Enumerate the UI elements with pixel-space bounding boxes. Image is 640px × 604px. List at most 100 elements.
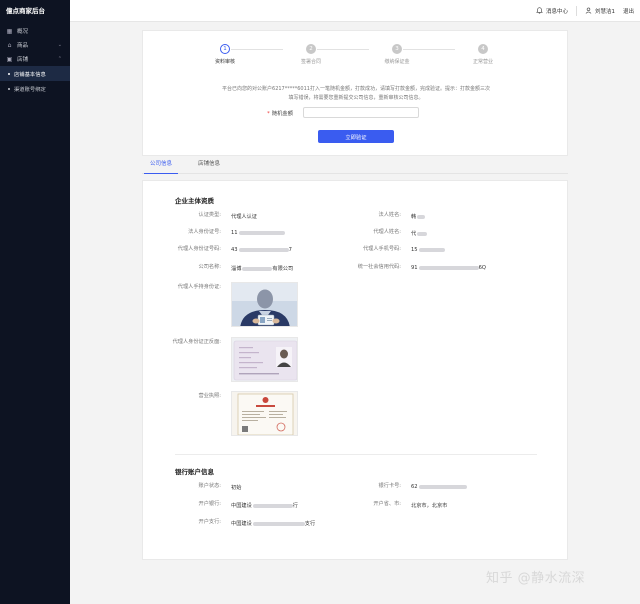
id-card-label: 代理人身份证正反面: bbox=[172, 339, 221, 345]
header-divider bbox=[575, 5, 577, 16]
redacted-mask bbox=[418, 247, 445, 252]
card-number-text: 62 bbox=[411, 484, 418, 490]
agent-name-text: 代 bbox=[411, 231, 417, 237]
chevron-up-icon: ⌃ bbox=[57, 56, 62, 62]
step-label: 签署合同 bbox=[300, 59, 321, 65]
section-title-company: 企业主体资质 bbox=[175, 197, 214, 205]
legal-name-value: 韩 bbox=[411, 213, 426, 220]
random-amount-input[interactable] bbox=[303, 107, 419, 118]
bullet-icon bbox=[8, 87, 10, 90]
section-divider bbox=[175, 454, 537, 455]
message-center-label: 消息中心 bbox=[545, 8, 568, 15]
amount-row: * 随机金额 bbox=[253, 107, 419, 118]
sidebar: 億点商家后台 ▦ 概况 ⌂ 商品 ⌄ ▣ 店铺 ⌃ 店铺基本信息 渠道账号绑定 bbox=[0, 0, 70, 604]
logout-link[interactable]: 退出 bbox=[623, 7, 634, 15]
agent-id-value: 43 7 bbox=[231, 247, 292, 253]
credit-code-label: 统一社会信用代码: bbox=[357, 264, 401, 270]
agent-phone-text: 15 bbox=[411, 247, 418, 253]
sidebar-item-goods[interactable]: ⌂ 商品 ⌄ bbox=[0, 38, 70, 52]
step-2: 2 签署合同 bbox=[281, 44, 341, 65]
redacted-mask bbox=[418, 484, 467, 489]
agent-name-value: 代 bbox=[411, 230, 428, 237]
bank-branch-label: 开户支行: bbox=[198, 519, 222, 525]
sidebar-subitem-channel-binding[interactable]: 渠道账号绑定 bbox=[0, 81, 70, 96]
step-number: 2 bbox=[306, 44, 316, 54]
redacted-mask bbox=[417, 214, 426, 219]
progress-steps: 1 资料审核 2 签署合同 3 缴纳保证金 4 正常营业 bbox=[195, 44, 495, 68]
account-status-value: 初始 bbox=[231, 485, 242, 491]
company-info-card: 企业主体资质 认证类型: 代理人认证 法人姓名: 韩 法人身份证号: 11 代理… bbox=[142, 180, 568, 560]
sidebar-item-label: 概况 bbox=[17, 29, 29, 35]
redacted-mask bbox=[252, 503, 293, 508]
agent-id-start: 43 bbox=[231, 247, 238, 253]
logout-label: 退出 bbox=[622, 8, 634, 15]
sidebar-item-overview[interactable]: ▦ 概况 bbox=[0, 24, 70, 38]
section-title-bank: 银行账户信息 bbox=[175, 468, 214, 476]
top-header: 消息中心 刘慧洁1 退出 bbox=[70, 0, 640, 22]
legal-name-text: 韩 bbox=[411, 214, 417, 220]
person-holding-id-image bbox=[232, 283, 297, 326]
user-name: 刘慧洁1 bbox=[594, 8, 615, 15]
card-number-label: 银行卡号: bbox=[378, 483, 402, 489]
info-tabs: 公司信息 店铺信息 bbox=[142, 158, 568, 174]
sidebar-subitem-label: 渠道账号绑定 bbox=[14, 86, 46, 93]
id-card-image bbox=[232, 338, 297, 381]
amount-label: * 随机金额 bbox=[253, 109, 293, 117]
sidebar-item-label: 店铺 bbox=[17, 57, 29, 63]
business-license-image bbox=[232, 392, 297, 435]
account-status-label: 账户状态: bbox=[198, 483, 222, 489]
bank-name-end: 行 bbox=[292, 503, 298, 509]
store-icon: ▣ bbox=[6, 55, 13, 63]
step-3: 3 缴纳保证金 bbox=[367, 44, 427, 65]
bank-branch-end: 支行 bbox=[304, 521, 316, 527]
tab-store-info[interactable]: 店铺信息 bbox=[192, 158, 226, 174]
redacted-mask bbox=[242, 266, 273, 271]
legal-name-label: 法人姓名: bbox=[378, 212, 402, 218]
agent-phone-value: 15 bbox=[411, 247, 445, 253]
sidebar-item-label: 商品 bbox=[17, 43, 29, 49]
legal-id-value: 11 bbox=[231, 230, 285, 236]
bell-icon bbox=[536, 7, 543, 14]
bank-name-value: 中国建设 行 bbox=[231, 502, 298, 509]
company-name-label: 公司名称: bbox=[198, 264, 222, 270]
agent-id-label: 代理人身份证号码: bbox=[177, 246, 221, 252]
handheld-id-label: 代理人手持身份证: bbox=[177, 284, 221, 290]
sidebar-subitem-label: 店铺基本信息 bbox=[14, 71, 46, 78]
message-center-link[interactable]: 消息中心 bbox=[536, 7, 568, 15]
handheld-id-photo[interactable] bbox=[231, 282, 298, 327]
license-label: 营业执照: bbox=[198, 393, 222, 399]
credit-code-end: 6Q bbox=[478, 265, 486, 271]
step-number: 4 bbox=[478, 44, 488, 54]
auth-type-label: 认证类型: bbox=[198, 212, 222, 218]
step-number: 1 bbox=[220, 44, 230, 54]
step-1: 1 资料审核 bbox=[195, 44, 255, 65]
required-mark: * bbox=[267, 110, 270, 117]
notice-line: 填写错误，将需要您重新提交公司信息，重新审核公司信息。 bbox=[288, 95, 424, 101]
user-menu[interactable]: 刘慧洁1 bbox=[585, 7, 615, 15]
legal-id-label: 法人身份证号: bbox=[188, 229, 221, 235]
bank-branch-start: 中国建设 bbox=[231, 521, 252, 527]
sidebar-subitem-store-info[interactable]: 店铺基本信息 bbox=[0, 66, 70, 81]
company-name-start: 淄博 bbox=[231, 266, 242, 272]
verification-notice: 平台已向您的对公账户6217*****6011打入一笔随机金额，打款成功，请填写… bbox=[193, 85, 519, 103]
watermark-text: 知乎 @静水流深 bbox=[486, 571, 586, 586]
company-name-value: 淄博 有限公司 bbox=[231, 265, 293, 272]
business-license-photo[interactable] bbox=[231, 391, 298, 436]
verify-now-button[interactable]: 立即验证 bbox=[318, 130, 394, 143]
auth-type-value: 代理人认证 bbox=[231, 214, 257, 220]
grid-icon: ▦ bbox=[6, 27, 13, 35]
bank-city-value: 北京市，北京市 bbox=[411, 503, 448, 509]
brand-title: 億点商家后台 bbox=[6, 7, 45, 15]
bullet-icon bbox=[8, 72, 10, 75]
redacted-mask bbox=[418, 265, 479, 270]
bank-city-label: 开户省、市: bbox=[373, 501, 401, 507]
credit-code-start: 91 bbox=[411, 265, 418, 271]
bank-name-label: 开户银行: bbox=[198, 501, 222, 507]
tab-company-info[interactable]: 公司信息 bbox=[144, 158, 178, 174]
home-icon: ⌂ bbox=[7, 41, 12, 49]
id-card-photo[interactable] bbox=[231, 337, 298, 382]
amount-label-text: 随机金额 bbox=[271, 110, 293, 117]
bank-branch-value: 中国建设 支行 bbox=[231, 520, 315, 527]
sidebar-item-store[interactable]: ▣ 店铺 ⌃ bbox=[0, 52, 70, 66]
step-number: 3 bbox=[392, 44, 402, 54]
